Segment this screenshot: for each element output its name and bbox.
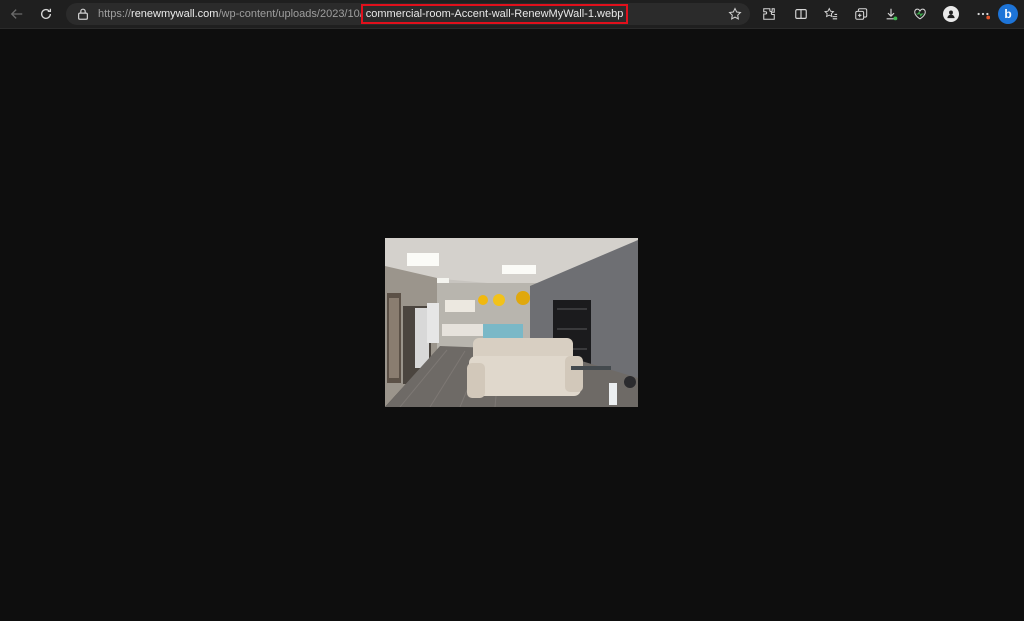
collections-icon[interactable] bbox=[850, 4, 872, 24]
star-icon[interactable] bbox=[728, 7, 742, 21]
more-dots-icon[interactable] bbox=[972, 4, 994, 24]
split-screen-icon[interactable] bbox=[790, 4, 812, 24]
lock-icon[interactable] bbox=[76, 7, 90, 21]
room-photo-graphic bbox=[385, 238, 638, 407]
profile-avatar-icon[interactable] bbox=[943, 6, 959, 22]
url-path: /wp-content/uploads/2023/10/ bbox=[218, 8, 363, 20]
bing-icon[interactable]: b bbox=[998, 4, 1018, 24]
room-photo[interactable] bbox=[385, 238, 638, 407]
browser-toolbar: https://renewmywall.com/wp-content/uploa… bbox=[0, 0, 1024, 29]
refresh-icon[interactable] bbox=[35, 4, 57, 24]
heart-pulse-icon[interactable] bbox=[909, 4, 931, 24]
favorites-icon[interactable] bbox=[820, 4, 842, 24]
back-arrow-icon[interactable] bbox=[6, 4, 28, 24]
url-host: renewmywall.com bbox=[131, 8, 219, 20]
puzzle-icon[interactable] bbox=[758, 4, 780, 24]
address-bar[interactable]: https://renewmywall.com/wp-content/uploa… bbox=[66, 3, 750, 25]
url-text: https://renewmywall.com/wp-content/uploa… bbox=[98, 4, 629, 24]
download-icon[interactable] bbox=[880, 4, 902, 24]
url-file-highlighted: commercial-room-Accent-wall-RenewMyWall-… bbox=[360, 4, 629, 24]
url-prefix: https:// bbox=[98, 8, 132, 20]
